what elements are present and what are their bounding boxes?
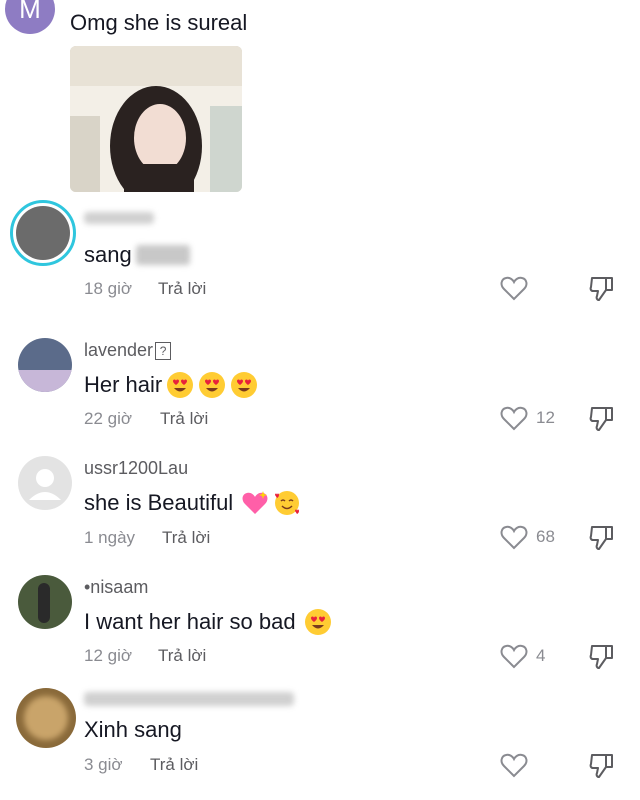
comment-text-row: sang: [84, 242, 190, 268]
comment-time: 1 ngày: [84, 528, 136, 547]
thumbs-down-icon: [589, 407, 613, 431]
username[interactable]: •nisaam: [84, 577, 148, 598]
person-icon: [29, 469, 61, 500]
default-avatar[interactable]: [18, 456, 72, 510]
avatar[interactable]: [10, 200, 76, 266]
comment-text: Xinh sang: [84, 717, 182, 742]
username-row[interactable]: lavender ?: [84, 340, 172, 361]
comment-text-row: I want her hair so bad: [84, 608, 332, 636]
heart-eyes-emoji: [199, 372, 226, 398]
heart-icon: [500, 644, 528, 669]
thumbs-down-icon: [589, 754, 613, 778]
comment-text-row: she is Beautiful: [84, 489, 301, 517]
reply-button[interactable]: Trả lời: [160, 409, 208, 429]
dislike-button[interactable]: [588, 275, 616, 308]
like-button[interactable]: 12: [500, 405, 555, 431]
like-button[interactable]: [500, 275, 528, 301]
username[interactable]: ussr1200Lau: [84, 458, 188, 479]
comment-time: 12 giờ: [84, 646, 133, 665]
comment-time: 3 giờ: [84, 755, 123, 774]
heart-eyes-emoji: [167, 372, 194, 398]
thumbs-down-icon: [589, 277, 613, 301]
reply-button[interactable]: Trả lời: [162, 528, 210, 548]
reply-button[interactable]: Trả lời: [158, 279, 206, 299]
dislike-button[interactable]: [588, 524, 616, 557]
heart-eyes-emoji: [304, 609, 331, 635]
like-button[interactable]: 4: [500, 643, 545, 669]
comment-time: 22 giờ: [84, 409, 133, 428]
reply-button[interactable]: Trả lời: [150, 755, 198, 775]
comment-text: Omg she is sureal: [70, 10, 248, 35]
dislike-button[interactable]: [588, 405, 616, 438]
avatar[interactable]: [18, 338, 72, 392]
heart-icon: [500, 525, 528, 550]
dislike-button[interactable]: [588, 752, 616, 785]
thumbs-down-icon: [589, 645, 613, 669]
comment-text: she is Beautiful: [84, 490, 234, 515]
heart-icon: [500, 276, 528, 301]
photo-woman-image: [70, 46, 242, 192]
username: lavender: [84, 340, 154, 360]
comment-text: Her hair: [84, 372, 163, 397]
comment-photo[interactable]: [70, 46, 242, 192]
comment-text: I want her hair so bad: [84, 609, 296, 634]
avatar-letter: M: [19, 0, 41, 24]
reply-button[interactable]: Trả lời: [158, 646, 206, 666]
heart-icon: [500, 406, 528, 431]
avatar[interactable]: [18, 575, 72, 629]
username-blurred[interactable]: [84, 692, 294, 706]
comment-text-row: Her hair: [84, 371, 258, 399]
avatar-m[interactable]: M: [5, 0, 55, 34]
dislike-button[interactable]: [588, 643, 616, 676]
blurred-text: [135, 245, 190, 265]
avatar[interactable]: [16, 688, 76, 748]
thumbs-down-icon: [589, 526, 613, 550]
like-button[interactable]: 68: [500, 524, 555, 550]
comment-text: sang: [84, 242, 132, 267]
like-count: 4: [536, 646, 546, 665]
like-count: 12: [536, 408, 555, 427]
heart-eyes-emoji: [231, 372, 258, 398]
like-button[interactable]: [500, 752, 528, 778]
sparkling-heart-emoji: [242, 491, 268, 514]
smiling-hearts-emoji: [275, 491, 300, 515]
comment-time: 18 giờ: [84, 279, 133, 298]
unknown-glyph-icon: ?: [155, 341, 172, 360]
username-blurred[interactable]: [84, 212, 154, 224]
like-count: 68: [536, 527, 555, 546]
heart-icon: [500, 753, 528, 778]
